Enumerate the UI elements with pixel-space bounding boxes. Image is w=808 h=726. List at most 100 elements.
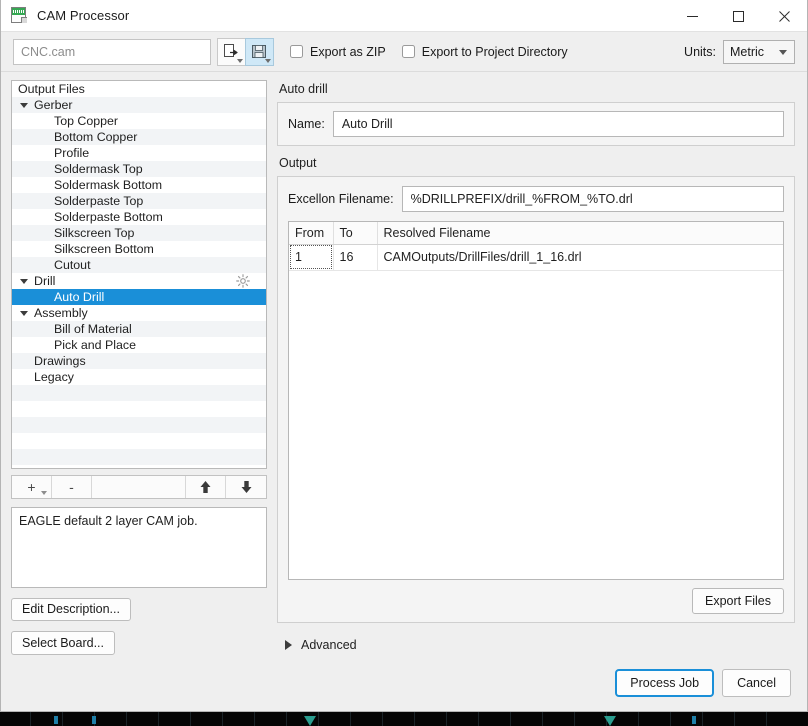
- units-control: Units: Metric: [684, 39, 795, 64]
- move-up-button[interactable]: [186, 475, 226, 499]
- tree-item-drill[interactable]: Drill: [12, 273, 266, 289]
- cam-file-input[interactable]: CNC.cam: [13, 38, 211, 65]
- tree-item-silkscreen-bottom[interactable]: Silkscreen Bottom: [12, 241, 266, 257]
- edit-description-button[interactable]: Edit Description...: [11, 597, 131, 622]
- chevron-down-icon[interactable]: [20, 102, 28, 108]
- chevron-down-icon[interactable]: [20, 278, 28, 284]
- cam-processor-window: CAM Processor CNC.cam Export as ZIP Expo…: [0, 0, 808, 712]
- cell-to[interactable]: 16: [333, 244, 378, 271]
- excellon-filename-input[interactable]: %DRILLPREFIX/drill_%FROM_%TO.drl: [401, 186, 784, 212]
- drill-ranges-table[interactable]: From To Resolved Filename 1 16 CAMOutputs/…: [288, 221, 784, 580]
- column-header-to[interactable]: To: [333, 222, 378, 245]
- tree-item-label: Solderpaste Top: [54, 194, 144, 208]
- minimize-button[interactable]: [669, 0, 715, 32]
- chevron-down-icon: [237, 58, 243, 63]
- export-as-zip-label: Export as ZIP: [310, 44, 386, 59]
- tree-item-bill-of-material[interactable]: Bill of Material: [12, 321, 266, 337]
- move-down-button[interactable]: [226, 476, 266, 499]
- tree-item-assembly[interactable]: Assembly: [12, 305, 266, 321]
- tree-item-label: Profile: [54, 146, 90, 160]
- add-output-label: +: [27, 479, 36, 495]
- units-label: Units:: [684, 44, 716, 59]
- remove-output-button[interactable]: -: [52, 475, 92, 499]
- chevron-down-icon: [265, 58, 271, 63]
- cell-resolved-filename[interactable]: CAMOutputs/DrillFiles/drill_1_16.drl: [377, 244, 783, 271]
- tree-item-soldermask-bottom[interactable]: Soldermask Bottom: [12, 177, 266, 193]
- export-to-project-directory-checkbox[interactable]: Export to Project Directory: [401, 44, 568, 59]
- cell-from[interactable]: 1: [289, 244, 334, 271]
- name-group: Name: Auto Drill: [277, 102, 795, 146]
- tree-row-empty: [12, 465, 266, 468]
- tree-item-label: Pick and Place: [54, 338, 136, 352]
- tree-item-label: Silkscreen Top: [54, 226, 135, 240]
- tree-item-label: Solderpaste Bottom: [54, 210, 163, 224]
- tree-item-solderpaste-bottom[interactable]: Solderpaste Bottom: [12, 209, 266, 225]
- window-titlebar[interactable]: CAM Processor: [1, 0, 807, 32]
- chevron-down-icon: [41, 491, 47, 496]
- close-button[interactable]: [761, 0, 807, 32]
- close-icon: [778, 10, 790, 22]
- select-board-button[interactable]: Select Board...: [11, 631, 115, 656]
- tree-item-auto-drill[interactable]: Auto Drill: [12, 289, 266, 305]
- advanced-label: Advanced: [301, 638, 357, 652]
- tree-item-top-copper[interactable]: Top Copper: [12, 113, 266, 129]
- column-header-resolved-filename[interactable]: Resolved Filename: [377, 222, 783, 245]
- chevron-right-icon: [285, 640, 292, 650]
- tree-item-profile[interactable]: Profile: [12, 145, 266, 161]
- tree-rows: Gerber Top Copper Bottom Copper Profile Sold…: [12, 97, 266, 468]
- export-files-button[interactable]: Export Files: [692, 588, 784, 614]
- output-section-title: Output: [279, 156, 317, 170]
- load-job-button[interactable]: [217, 37, 246, 66]
- table-body: 1 16 CAMOutputs/DrillFiles/drill_1_16.drl: [289, 244, 783, 271]
- output-files-tree[interactable]: Output Files Gerber Top Copper Bottom Copp…: [11, 80, 267, 469]
- name-label: Name:: [288, 117, 325, 131]
- minimize-icon: [686, 15, 698, 17]
- table-row[interactable]: 1 16 CAMOutputs/DrillFiles/drill_1_16.drl: [289, 244, 783, 271]
- job-description-text: EAGLE default 2 layer CAM job.: [19, 514, 198, 529]
- tree-item-soldermask-top[interactable]: Soldermask Top: [12, 161, 266, 177]
- chevron-down-icon: [779, 49, 787, 55]
- export-to-project-directory-label: Export to Project Directory: [421, 44, 568, 59]
- tree-item-legacy[interactable]: Legacy: [12, 369, 266, 385]
- save-job-button[interactable]: [245, 37, 274, 66]
- export-as-zip-checkbox[interactable]: Export as ZIP: [290, 45, 386, 59]
- tree-toolbar-spacer: [92, 475, 186, 499]
- maximize-button[interactable]: [715, 0, 761, 32]
- tree-item-label: Drawings: [34, 354, 86, 368]
- tree-item-gerber[interactable]: Gerber: [12, 97, 266, 113]
- job-description-box[interactable]: EAGLE default 2 layer CAM job.: [11, 507, 267, 588]
- remove-output-label: -: [69, 479, 74, 495]
- top-toolbar: CNC.cam Export as ZIP Export to Project …: [1, 32, 807, 72]
- load-job-icon: [224, 44, 238, 57]
- tree-item-solderpaste-top[interactable]: Solderpaste Top: [12, 193, 266, 209]
- tree-item-drawings[interactable]: Drawings: [12, 353, 266, 369]
- excellon-field-row: Excellon Filename: %DRILLPREFIX/drill_%F…: [288, 186, 784, 212]
- tree-item-cutout[interactable]: Cutout: [12, 257, 266, 273]
- maximize-icon: [732, 10, 744, 22]
- chevron-down-icon[interactable]: [20, 310, 28, 316]
- tree-item-label: Drill: [34, 274, 56, 288]
- process-job-button[interactable]: Process Job: [615, 669, 715, 697]
- tree-item-pick-and-place[interactable]: Pick and Place: [12, 337, 266, 353]
- tree-item-silkscreen-top[interactable]: Silkscreen Top: [12, 225, 266, 241]
- arrow-up-icon: [200, 481, 211, 493]
- right-pane: Auto drill Name: Auto Drill Output Excel…: [277, 80, 797, 655]
- arrow-down-icon: [241, 481, 251, 493]
- drill-ranges-grid: From To Resolved Filename 1 16 CAMOutputs/…: [289, 222, 783, 271]
- name-input[interactable]: Auto Drill: [332, 111, 784, 137]
- cancel-button[interactable]: Cancel: [722, 669, 791, 697]
- column-header-from[interactable]: From: [289, 222, 334, 245]
- output-group: Excellon Filename: %DRILLPREFIX/drill_%F…: [277, 176, 795, 623]
- tree-item-label: Top Copper: [54, 114, 119, 128]
- details-section-title: Auto drill: [279, 82, 328, 96]
- tree-item-label: Auto Drill: [54, 290, 105, 304]
- gear-icon[interactable]: [236, 274, 250, 288]
- table-header-row: From To Resolved Filename: [289, 222, 783, 245]
- tree-item-label: Soldermask Top: [54, 162, 143, 176]
- cam-file-icon: [11, 7, 28, 24]
- tree-item-bottom-copper[interactable]: Bottom Copper: [12, 129, 266, 145]
- add-output-button[interactable]: +: [12, 475, 52, 499]
- tree-item-label: Cutout: [54, 258, 91, 272]
- units-select[interactable]: Metric: [723, 39, 795, 64]
- advanced-disclosure[interactable]: Advanced: [277, 635, 795, 655]
